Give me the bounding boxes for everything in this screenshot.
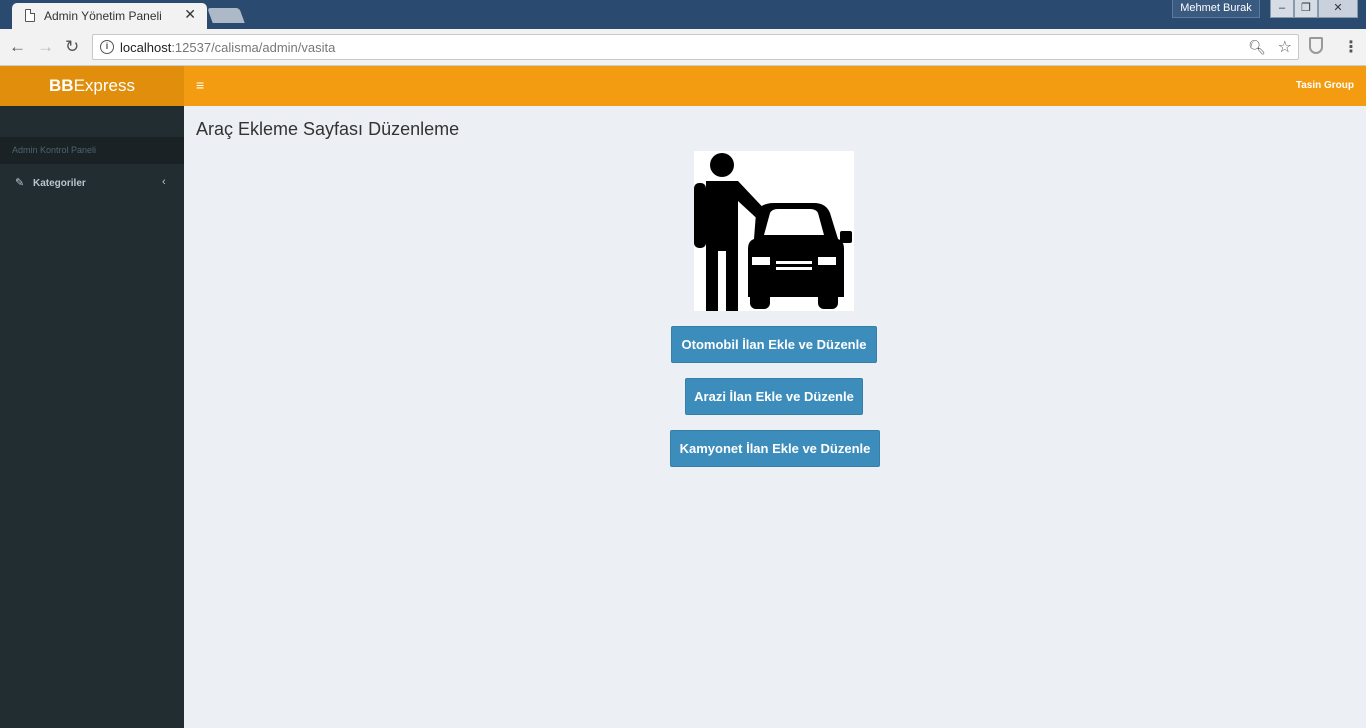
- sidebar-toggle-icon[interactable]: ≡: [196, 77, 204, 93]
- page-title: Araç Ekleme Sayfası Düzenleme: [196, 119, 460, 139]
- shield-extension-icon[interactable]: [1309, 37, 1323, 54]
- browser-tab[interactable]: Admin Yönetim Paneli ✕: [12, 3, 207, 30]
- person-with-car-icon: [694, 151, 854, 311]
- top-navbar: ≡ Tasin Group: [184, 66, 1366, 106]
- zoom-icon[interactable]: 🔍︎: [1248, 39, 1266, 56]
- chrome-menu-icon[interactable]: ⋮: [1343, 37, 1359, 57]
- user-menu[interactable]: Tasin Group: [1296, 80, 1354, 91]
- browser-toolbar: ← → ↻ i localhost:12537/calisma/admin/va…: [0, 29, 1366, 66]
- document-icon: [25, 9, 35, 22]
- edit-icon: ✎: [15, 177, 25, 189]
- url-text[interactable]: localhost:12537/calisma/admin/vasita: [120, 40, 335, 55]
- tab-close-icon[interactable]: ✕: [184, 6, 196, 23]
- new-tab-button[interactable]: [207, 8, 245, 23]
- forward-arrow-icon[interactable]: →: [37, 37, 54, 57]
- profile-button[interactable]: Mehmet Burak: [1172, 0, 1260, 18]
- back-arrow-icon[interactable]: ←: [9, 37, 26, 57]
- sidebar-header: Admin Kontrol Paneli: [0, 137, 184, 164]
- tab-title: Admin Yönetim Paneli: [44, 9, 162, 23]
- browser-titlebar: Admin Yönetim Paneli ✕ Mehmet Burak – ❐ …: [0, 0, 1366, 30]
- address-bar[interactable]: i localhost:12537/calisma/admin/vasita 🔍…: [92, 34, 1299, 60]
- bookmark-star-icon[interactable]: ☆: [1278, 37, 1292, 57]
- sidebar: Admin Kontrol Paneli ✎ Kategoriler ‹: [0, 106, 184, 728]
- maximize-button[interactable]: ❐: [1294, 0, 1318, 18]
- info-icon[interactable]: i: [100, 40, 114, 54]
- close-window-button[interactable]: ✕: [1318, 0, 1358, 18]
- kamyonet-ilan-button[interactable]: Kamyonet İlan Ekle ve Düzenle: [670, 430, 880, 467]
- chevron-left-icon: ‹: [162, 176, 166, 188]
- sidebar-item-kategoriler[interactable]: ✎ Kategoriler ‹: [0, 171, 184, 195]
- minimize-button[interactable]: –: [1270, 0, 1294, 18]
- app-logo[interactable]: BBExpress: [0, 66, 184, 106]
- otomobil-ilan-button[interactable]: Otomobil İlan Ekle ve Düzenle: [671, 326, 877, 363]
- arazi-ilan-button[interactable]: Arazi İlan Ekle ve Düzenle: [685, 378, 863, 415]
- sidebar-item-label: Kategoriler: [33, 178, 86, 189]
- reload-icon[interactable]: ↻: [65, 37, 79, 57]
